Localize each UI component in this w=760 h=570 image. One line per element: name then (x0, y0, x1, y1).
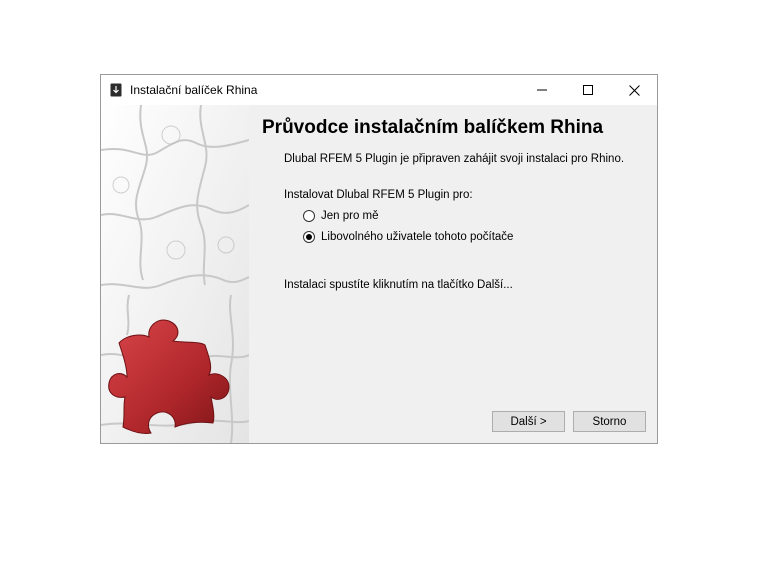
install-for-label: Instalovat Dlubal RFEM 5 Plugin pro: (284, 189, 473, 201)
radio-option-just-me[interactable]: Jen pro mě (303, 208, 379, 224)
cancel-button[interactable]: Storno (573, 411, 646, 432)
ready-text: Dlubal RFEM 5 Plugin je připraven zaháji… (284, 153, 625, 165)
installer-icon (110, 83, 122, 97)
radio-button-all-users[interactable] (303, 231, 315, 243)
minimize-button[interactable] (519, 75, 565, 105)
next-button[interactable]: Další > (492, 411, 565, 432)
radio-option-all-users[interactable]: Libovolného uživatele tohoto počítače (303, 229, 513, 245)
maximize-icon (583, 85, 593, 95)
page-title: Průvodce instalačním balíčkem Rhina (262, 117, 604, 138)
radio-label-just-me[interactable]: Jen pro mě (321, 210, 379, 222)
radio-button-just-me[interactable] (303, 210, 315, 222)
minimize-icon (537, 89, 547, 91)
close-button[interactable] (611, 75, 657, 105)
puzzle-graphic (101, 105, 249, 443)
close-icon (628, 84, 640, 96)
installer-window: Instalační balíček Rhina Průvodce instal… (100, 74, 658, 444)
maximize-button[interactable] (565, 75, 611, 105)
wizard-content: Průvodce instalačním balíčkem Rhina Dlub… (249, 105, 657, 443)
title-bar[interactable]: Instalační balíček Rhina (101, 75, 657, 105)
puzzle-image (101, 105, 249, 443)
start-instructions: Instalaci spustíte kliknutím na tlačítko… (284, 279, 513, 291)
radio-label-all-users[interactable]: Libovolného uživatele tohoto počítače (321, 231, 513, 243)
window-title: Instalační balíček Rhina (130, 83, 258, 97)
